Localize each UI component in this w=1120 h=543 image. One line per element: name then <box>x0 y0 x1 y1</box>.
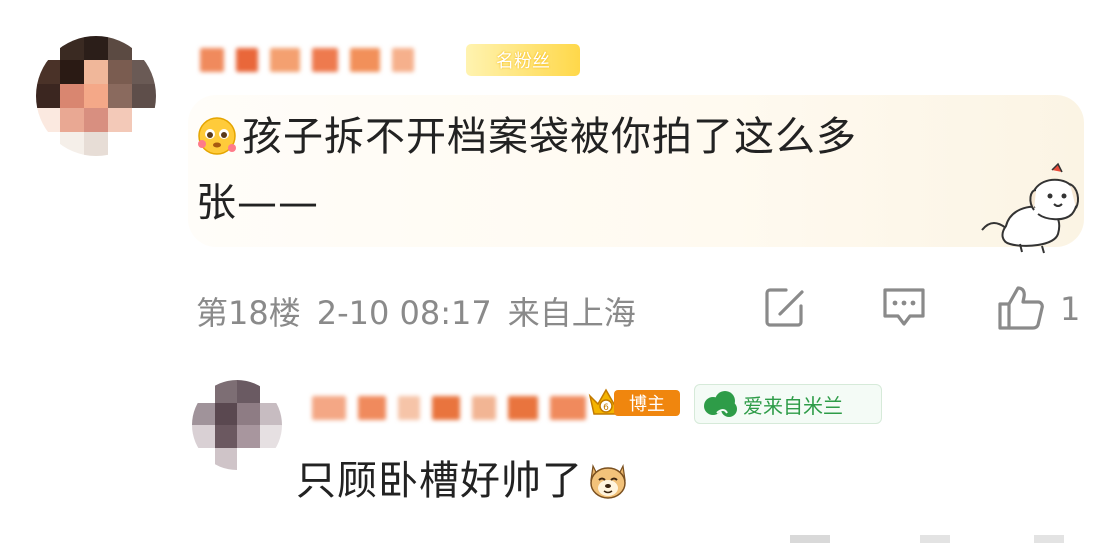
comment-meta: 第18楼 2-10 08:17 来自上海 <box>196 288 652 334</box>
comment-icon[interactable] <box>880 284 928 330</box>
like-count: 1 <box>1060 290 1081 328</box>
avatar[interactable] <box>36 36 156 156</box>
comment-text: 孩子拆不开档案袋被你拍了这么多 张—— <box>196 104 956 236</box>
dog-sticker <box>981 162 1079 254</box>
reply-author-name[interactable] <box>312 394 598 422</box>
blogger-label: 博主 <box>614 390 680 416</box>
cutoff-hint <box>1034 535 1064 543</box>
cutoff-hint <box>790 535 830 543</box>
doge-icon <box>590 464 626 499</box>
reply-text: 只顾卧槽好帅了 <box>296 448 631 506</box>
author-name[interactable] <box>200 46 426 74</box>
thumbs-up-icon[interactable] <box>996 284 1046 332</box>
cloud-heart-icon <box>704 391 737 417</box>
comment-datetime: 2-10 08:17 <box>316 294 492 332</box>
reply-avatar[interactable] <box>192 380 282 470</box>
pleading-face-icon <box>198 117 236 155</box>
floor-number: 第18楼 <box>196 294 301 332</box>
comment-line-2: 张—— <box>196 180 319 226</box>
cutoff-hint <box>920 535 950 543</box>
blogger-badge[interactable]: 6 博主 <box>586 384 682 420</box>
comment-line-1: 孩子拆不开档案袋被你拍了这么多 <box>242 114 857 160</box>
comment-location: 来自上海 <box>507 294 636 332</box>
svg-text:6: 6 <box>603 403 609 413</box>
repost-icon[interactable] <box>762 284 808 330</box>
milan-label: 爱来自米兰 <box>743 393 843 418</box>
fans-badge[interactable]: 名粉丝 <box>466 44 580 76</box>
milan-badge[interactable]: 爱来自米兰 <box>694 384 882 424</box>
